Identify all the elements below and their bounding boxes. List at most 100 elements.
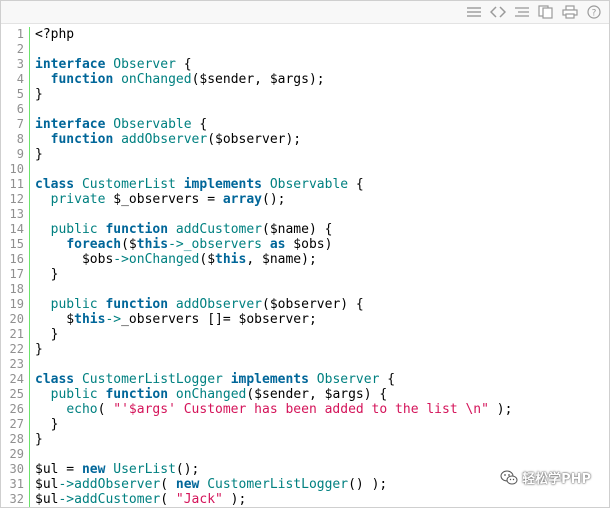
code-block: 1 <?php 2 3 interface Observer {4 function o… (1, 27, 609, 507)
code-token: ->onChanged (113, 252, 200, 267)
code-text: $obs->onChanged($this, $name); (35, 252, 317, 267)
code-token: } (35, 147, 43, 162)
code-token: $obs) (285, 237, 333, 252)
code-token: ($observer) { (262, 297, 364, 312)
code-token: } (35, 267, 59, 282)
line-number: 6 (16, 102, 24, 116)
code-token: ($observer); (207, 132, 302, 147)
line-number: 20 (9, 312, 24, 326)
code-token: "Jack" (175, 492, 223, 507)
line-number: 31 (9, 477, 24, 491)
code-text: $ul = new UserList(); (35, 462, 199, 477)
code-token: } (35, 432, 43, 447)
code-token: class (35, 372, 75, 387)
line-number: 16 (9, 252, 24, 266)
line-number: 28 (9, 432, 24, 446)
code-token: onChanged (175, 387, 247, 402)
code-token: ($sender, $args); (191, 72, 325, 87)
line-number: 9 (16, 147, 24, 161)
code-token: interface (35, 117, 106, 132)
code-token: interface (35, 57, 106, 72)
code-token: implements (183, 177, 262, 192)
code-text: } (35, 87, 43, 102)
copy-icon[interactable] (537, 4, 555, 20)
code-text: echo( "'$args' Customer has been added t… (35, 402, 512, 417)
watermark: 轻松学PHP (500, 468, 591, 487)
line-number: 24 (9, 372, 24, 386)
code-token: Observer (113, 57, 176, 72)
code-token: Observable (113, 117, 192, 132)
line-number: 32 (9, 492, 24, 506)
code-line: 25 public function onChanged($sender, $a… (1, 387, 609, 402)
print-icon[interactable] (561, 4, 579, 20)
line-number: 21 (9, 327, 24, 341)
code-text: } (35, 417, 59, 432)
code-text: } (35, 432, 43, 447)
code-token: CustomerListLogger (207, 477, 349, 492)
code-line: 26 echo( "'$args' Customer has been adde… (1, 402, 609, 417)
line-number: 2 (16, 42, 24, 56)
code-token: addObserver (121, 132, 208, 147)
code-line: 4 function onChanged($sender, $args); (1, 72, 609, 87)
line-number: 26 (9, 402, 24, 416)
code-token: , $name); (246, 252, 317, 267)
code-token: private (50, 192, 106, 207)
help-icon[interactable]: ? (585, 4, 603, 20)
line-number: 18 (9, 282, 24, 296)
code-line: 6 (1, 102, 609, 117)
code-token: { (175, 57, 192, 72)
code-text: interface Observer { (35, 57, 192, 72)
code-token: $ul = (35, 462, 82, 477)
line-number: 17 (9, 267, 24, 281)
code-line: 9} (1, 147, 609, 162)
code-line: 20 $this->_observers []= $observer; (1, 312, 609, 327)
code-token: "'$args' Customer has been added to the … (113, 402, 489, 417)
code-token: { (348, 177, 364, 192)
code-brackets-icon[interactable] (489, 4, 507, 20)
wechat-logo-icon (500, 470, 518, 484)
code-token: -> (105, 312, 122, 327)
code-text: } (35, 267, 59, 282)
code-token: <?php (35, 27, 75, 42)
code-token: $ul (35, 492, 59, 507)
code-line: 16 $obs->onChanged($this, $name); (1, 252, 609, 267)
code-text: $this->_observers []= $observer; (35, 312, 316, 327)
code-token: this (215, 252, 247, 267)
code-line: 13 (1, 207, 609, 222)
code-token: ->addCustomer (58, 492, 161, 507)
code-line: 27 } (1, 417, 609, 432)
code-line: 17 } (1, 267, 609, 282)
line-number: 7 (16, 117, 24, 131)
code-token: { (379, 372, 396, 387)
code-token: } (35, 417, 59, 432)
plain-text-icon[interactable] (513, 4, 531, 20)
code-token: ( (160, 477, 176, 492)
code-token: function (105, 387, 169, 402)
code-text: public function addCustomer($name) { (35, 222, 333, 237)
view-source-icon[interactable] (465, 4, 483, 20)
code-token: ( (97, 402, 114, 417)
line-number: 27 (9, 417, 24, 431)
code-token: } (35, 87, 43, 102)
code-line: 5} (1, 87, 609, 102)
code-token: Observer (316, 372, 380, 387)
code-token: ( (160, 492, 176, 507)
code-token: { (191, 117, 208, 132)
line-number: 12 (9, 192, 24, 206)
code-token: } (35, 327, 59, 342)
